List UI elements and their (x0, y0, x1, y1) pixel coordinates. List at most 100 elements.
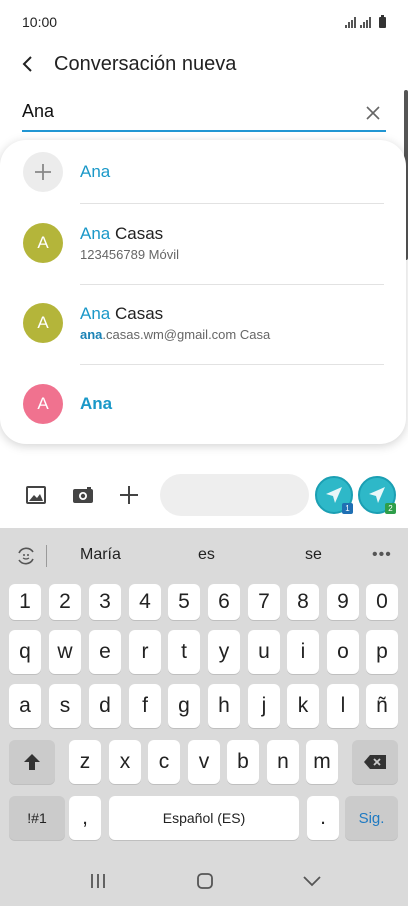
send-icon (369, 487, 385, 503)
key[interactable]: c (148, 740, 180, 784)
status-bar: 10:00 (0, 0, 408, 44)
back-nav-button[interactable] (297, 868, 327, 894)
space-key[interactable]: Español (ES) (109, 796, 299, 840)
key[interactable]: h (208, 684, 240, 728)
recents-button[interactable] (83, 868, 113, 894)
avatar: A (23, 384, 63, 424)
keyboard-toolbar: María es se ••• (0, 528, 408, 582)
suggestion-detail: ana.casas.wm@gmail.com Casa (80, 327, 271, 342)
key[interactable]: 4 (129, 584, 161, 620)
more-icon[interactable]: ••• (372, 546, 392, 564)
key[interactable]: 8 (287, 584, 319, 620)
suggestion-detail: 123456789 Móvil (80, 247, 180, 262)
suggestion-contact[interactable]: A Ana Casas 123456789 Móvil (0, 203, 406, 283)
keyboard: María es se ••• 1 2 3 4 5 6 7 8 9 0 q w … (0, 528, 408, 906)
key[interactable]: s (49, 684, 81, 728)
key[interactable]: v (188, 740, 220, 784)
key[interactable]: z (69, 740, 101, 784)
key[interactable]: o (327, 630, 359, 674)
avatar (23, 152, 63, 192)
key[interactable]: 7 (248, 584, 280, 620)
key[interactable]: p (366, 630, 398, 674)
key[interactable]: 0 (366, 584, 398, 620)
key[interactable]: y (208, 630, 240, 674)
gallery-button[interactable] (21, 480, 51, 510)
key[interactable]: q (9, 630, 41, 674)
key[interactable]: k (287, 684, 319, 728)
signal-icon-2 (360, 16, 371, 28)
suggestion-contact[interactable]: A Ana Casas ana.casas.wm@gmail.com Casa (0, 283, 406, 363)
key[interactable]: i (287, 630, 319, 674)
send-icon (326, 487, 342, 503)
page-title: Conversación nueva (54, 52, 237, 75)
attach-button[interactable] (114, 480, 144, 510)
key[interactable]: 1 (9, 584, 41, 620)
keyboard-tools-button[interactable] (14, 544, 38, 568)
key[interactable]: 5 (168, 584, 200, 620)
key[interactable]: j (248, 684, 280, 728)
prediction[interactable]: María (80, 546, 121, 564)
recents-icon (91, 874, 105, 888)
recipient-field (22, 96, 386, 132)
key[interactable]: e (89, 630, 121, 674)
key[interactable]: b (227, 740, 259, 784)
app-header: Conversación nueva (0, 44, 408, 84)
send-sim2-button[interactable]: 2 (358, 476, 396, 514)
comma-key[interactable]: , (69, 796, 101, 840)
key[interactable]: w (49, 630, 81, 674)
back-button[interactable] (0, 44, 56, 84)
prediction[interactable]: es (198, 546, 215, 564)
backspace-key[interactable] (352, 740, 398, 784)
shift-icon (24, 754, 40, 770)
battery-icon (379, 14, 386, 28)
backspace-icon (364, 755, 386, 769)
symbols-key[interactable]: !#1 (9, 796, 65, 840)
key[interactable]: t (168, 630, 200, 674)
key[interactable]: d (89, 684, 121, 728)
home-icon (197, 873, 213, 889)
send-sim1-button[interactable]: 1 (315, 476, 353, 514)
close-icon (366, 106, 380, 120)
next-key[interactable]: Sig. (345, 796, 398, 840)
key[interactable]: u (248, 630, 280, 674)
sim-badge: 2 (385, 503, 396, 514)
status-icons (345, 14, 386, 28)
avatar: A (23, 303, 63, 343)
key[interactable]: f (129, 684, 161, 728)
recipient-input[interactable] (22, 100, 360, 126)
home-button[interactable] (190, 868, 220, 894)
sim-badge: 1 (342, 503, 353, 514)
key[interactable]: n (267, 740, 299, 784)
key[interactable]: m (306, 740, 338, 784)
key[interactable]: x (109, 740, 141, 784)
key[interactable]: 6 (208, 584, 240, 620)
key[interactable]: g (168, 684, 200, 728)
key[interactable]: a (9, 684, 41, 728)
period-key[interactable]: . (307, 796, 339, 840)
suggestion-name: Ana (80, 162, 111, 181)
camera-icon (73, 487, 93, 503)
key[interactable]: 3 (89, 584, 121, 620)
key[interactable]: 9 (327, 584, 359, 620)
toolbar-divider (46, 545, 47, 567)
plus-icon (120, 486, 138, 504)
key[interactable]: 2 (49, 584, 81, 620)
contact-suggestions: Ana A Ana Casas 123456789 Móvil A Ana Ca… (0, 140, 406, 444)
prediction[interactable]: se (305, 546, 322, 564)
image-icon (26, 486, 46, 504)
camera-button[interactable] (68, 480, 98, 510)
message-input[interactable] (160, 474, 309, 516)
clear-button[interactable] (360, 98, 386, 128)
shift-key[interactable] (9, 740, 55, 784)
navigation-bar (0, 856, 408, 906)
chevron-down-icon (303, 876, 321, 887)
key[interactable]: r (129, 630, 161, 674)
key[interactable]: ñ (366, 684, 398, 728)
signal-icon (345, 16, 356, 28)
status-time: 10:00 (22, 14, 58, 30)
suggestion-add-number[interactable]: Ana (0, 140, 406, 212)
key[interactable]: l (327, 684, 359, 728)
compose-bar: 1 2 (0, 470, 408, 522)
emoji-switch-icon (18, 547, 34, 565)
suggestion-contact[interactable]: A Ana (0, 364, 406, 444)
